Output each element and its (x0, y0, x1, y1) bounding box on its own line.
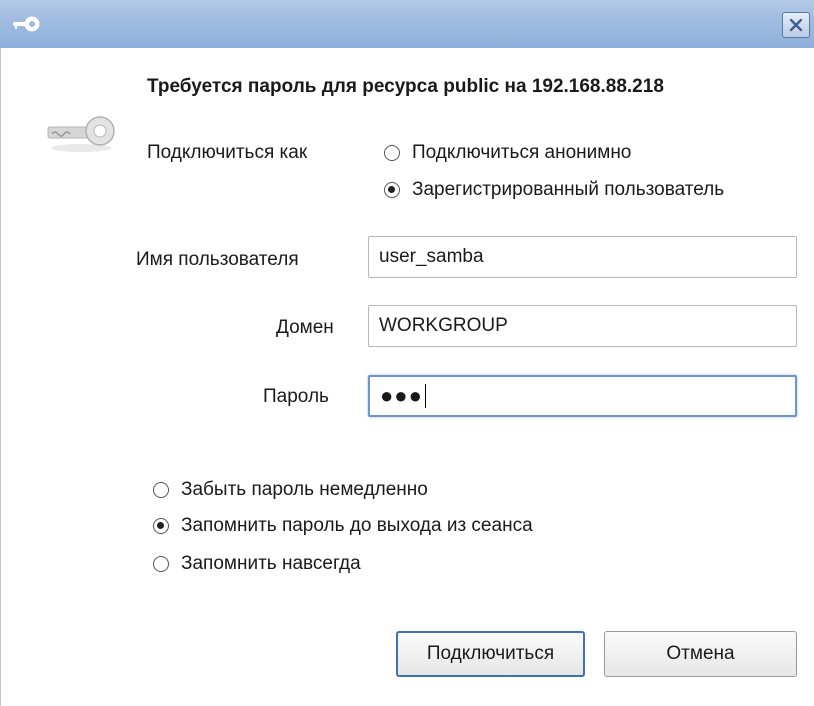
radio-label: Запомнить пароль до выхода из сеанса (181, 515, 533, 536)
radio-remember-forever[interactable]: Запомнить навсегда (153, 553, 361, 575)
password-input[interactable]: ●●● (368, 375, 797, 417)
domain-input[interactable] (368, 305, 797, 347)
close-icon (789, 18, 803, 32)
username-input[interactable] (368, 236, 797, 278)
radio-connect-anonymous[interactable]: Подключиться анонимно (384, 142, 631, 164)
key-icon (13, 16, 40, 32)
radio-label: Забыть пароль немедленно (181, 479, 428, 500)
password-mask: ●●● (380, 383, 423, 408)
radio-registered-user[interactable]: Зарегистрированный пользователь (384, 179, 724, 201)
radio-label: Зарегистрированный пользователь (412, 179, 725, 200)
password-label: Пароль (263, 386, 329, 407)
radio-label: Запомнить навсегда (181, 553, 361, 574)
radio-button[interactable] (384, 182, 400, 198)
close-button[interactable] (782, 12, 810, 38)
dialog-heading: Требуется пароль для ресурса public на 1… (147, 76, 664, 97)
radio-button[interactable] (153, 518, 169, 534)
connect-as-label: Подключиться как (147, 142, 308, 163)
connect-button[interactable]: Подключиться (396, 631, 585, 677)
username-label: Имя пользователя (136, 249, 299, 270)
radio-button[interactable] (153, 482, 169, 498)
text-caret (424, 384, 427, 408)
radio-label: Подключиться анонимно (412, 142, 632, 163)
title-bar (0, 0, 814, 49)
cancel-button[interactable]: Отмена (604, 631, 797, 677)
radio-forget-immediately[interactable]: Забыть пароль немедленно (153, 479, 428, 501)
key-icon (47, 116, 115, 152)
radio-button[interactable] (384, 145, 400, 161)
radio-remember-session[interactable]: Запомнить пароль до выхода из сеанса (153, 515, 533, 537)
radio-button[interactable] (153, 556, 169, 572)
domain-label: Домен (276, 317, 334, 338)
